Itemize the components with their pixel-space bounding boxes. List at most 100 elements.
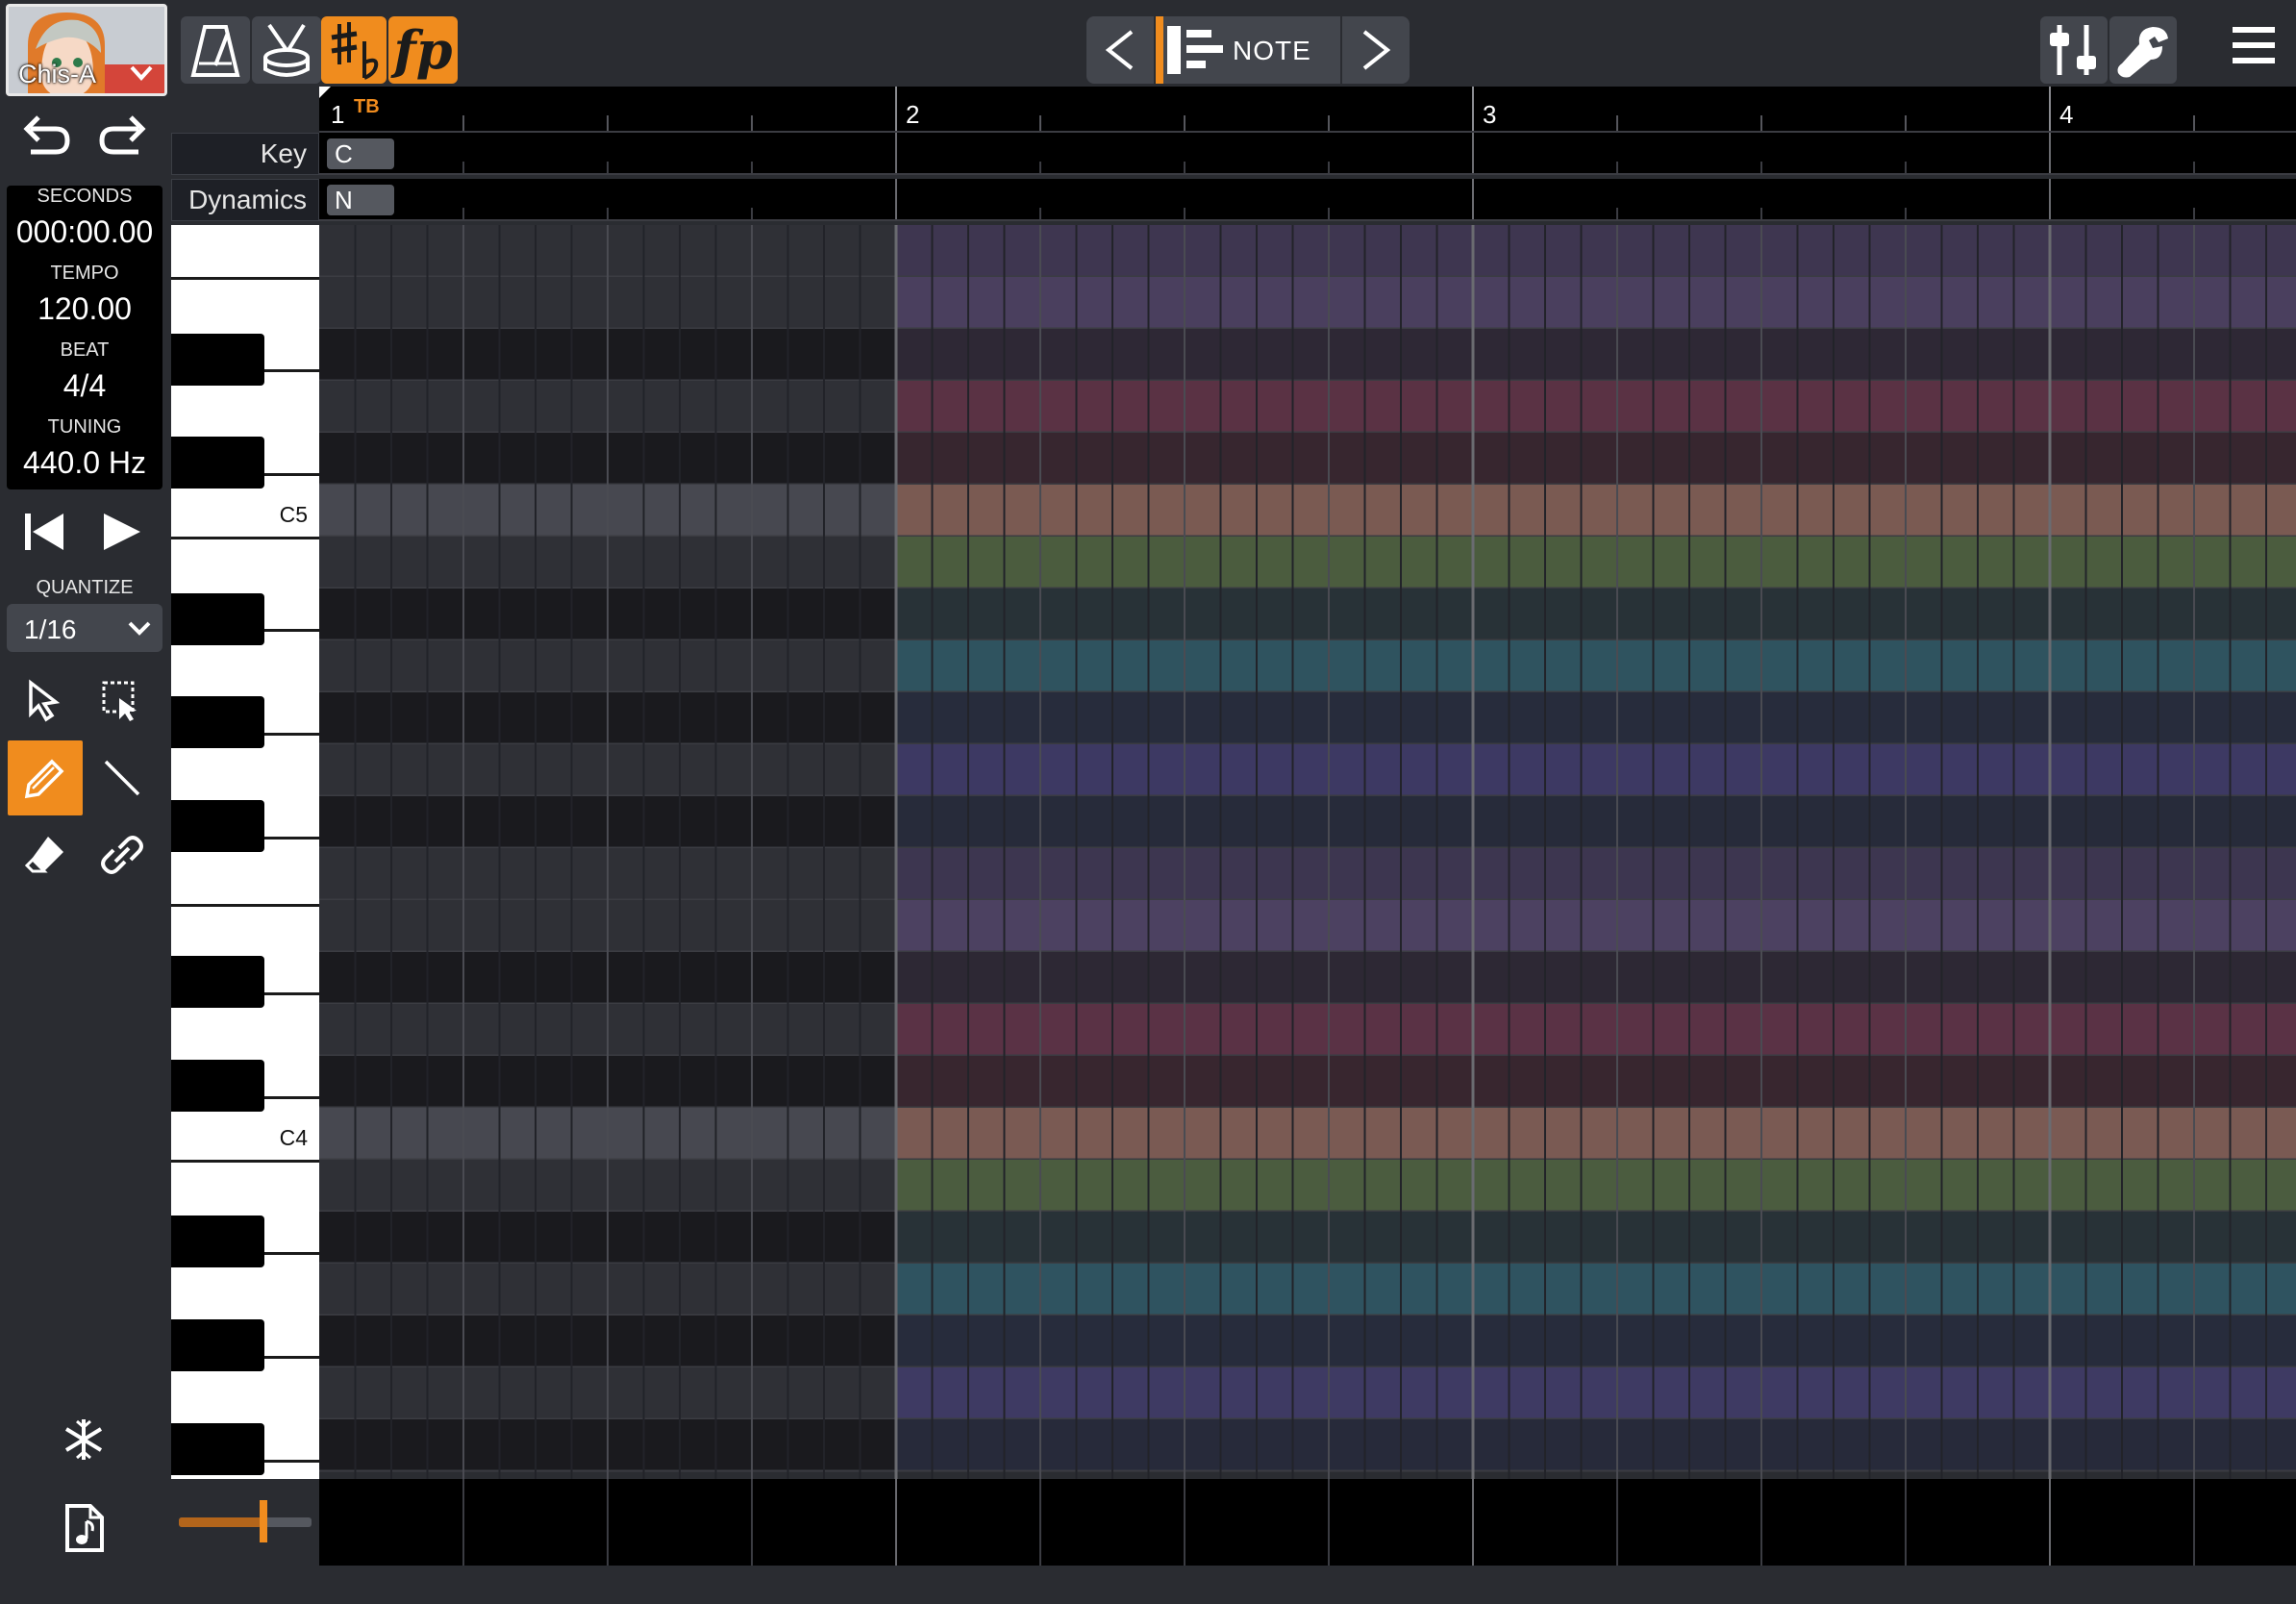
slider-fill [179,1517,262,1527]
score-file-button[interactable] [63,1502,106,1554]
dynamics-fp-icon: fp [393,19,453,81]
measure-number: 4 [2059,100,2074,129]
tuning-value[interactable]: 440.0 Hz [7,445,162,481]
white-key-divider [263,473,319,476]
music-file-icon [65,1504,104,1552]
link-icon [101,836,143,874]
redo-button[interactable] [94,112,152,165]
transport-info-panel: SECONDS 000:00.00 TEMPO 120.00 BEAT 4/4 … [7,186,162,489]
singer-selector[interactable]: Chis-A [6,4,167,96]
skip-to-start-icon [25,514,63,550]
sharp-flat-icon [331,22,379,80]
link-tool[interactable] [85,817,160,892]
chevron-down-icon [128,621,151,636]
quantize-label: QUANTIZE [36,577,134,598]
white-key-divider [263,1096,319,1099]
dynamics-row-label: Dynamics [171,179,319,221]
black-key[interactable] [171,956,264,1008]
marquee-select-icon [102,681,137,721]
mixer-button[interactable] [2040,16,2108,84]
beat-value[interactable]: 4/4 [7,368,162,404]
undo-button[interactable] [17,112,75,165]
piano-roll-grid[interactable] [319,225,2296,1479]
white-key-divider [171,277,319,280]
black-key[interactable] [171,800,264,852]
measure-number: 1 [331,100,345,129]
white-key-divider [263,1460,319,1463]
pencil-icon [24,759,64,799]
black-key[interactable] [171,696,264,748]
parameter-lane[interactable] [319,1479,2296,1566]
metronome-icon [190,25,240,77]
tempo-beat-marker[interactable]: TB [354,96,380,118]
vertical-zoom-slider[interactable] [179,1500,312,1542]
rewind-button[interactable] [21,508,69,556]
note-mode-icon [1167,26,1223,74]
accidentals-button[interactable] [321,16,387,84]
seconds-value: 000:00.00 [15,214,154,249]
chevron-left-icon [1105,30,1134,70]
seconds-label: SECONDS [37,186,133,207]
black-key[interactable] [171,1423,264,1475]
black-key[interactable] [171,1216,264,1267]
black-key[interactable] [171,593,264,645]
singer-name: Chis-A [18,60,97,88]
dynamics-row[interactable]: N [319,179,2296,221]
parameter-lane-gridlines [462,1479,2195,1566]
redo-icon [99,115,146,155]
tuning-label: TUNING [47,416,122,438]
key-row-gridlines [319,133,2296,175]
chevron-down-icon [130,65,153,81]
black-key[interactable] [171,1060,264,1112]
play-button[interactable] [98,508,146,556]
white-key-divider [263,733,319,736]
white-key-divider [263,992,319,995]
eraser-icon [24,837,63,873]
freeze-button[interactable] [60,1416,108,1464]
playhead-marker-icon [319,87,331,98]
editor-mode-switcher: NOTE [1086,16,1410,84]
quantize-value: 1/16 [24,614,77,644]
mixer-icon [2050,25,2096,75]
black-key[interactable] [171,1319,264,1371]
white-key-divider [263,629,319,632]
measure-ruler[interactable]: 1 TB 2 3 4 [319,87,2296,133]
white-key-divider [171,537,319,539]
play-icon [104,514,140,550]
select-tool[interactable] [8,664,83,739]
line-tool[interactable] [85,740,160,815]
line-icon [104,760,140,796]
black-key[interactable] [171,437,264,489]
key-row[interactable]: C [319,133,2296,175]
pencil-tool[interactable] [8,740,83,815]
white-key-divider [171,904,319,907]
range-select-tool[interactable] [85,664,160,739]
next-mode-button[interactable] [1342,16,1410,84]
tempo-value[interactable]: 120.00 [7,291,162,327]
white-key-divider [171,1160,319,1163]
dynamics-row-gridlines [319,179,2296,221]
dynamics-button[interactable]: fp [388,16,458,84]
key-chip[interactable]: C [327,138,394,169]
black-key[interactable] [171,334,264,386]
quantize-select[interactable]: 1/16 [7,604,162,652]
key-label-c4: C4 [279,1125,308,1150]
metronome-button[interactable] [181,16,250,84]
mode-accent-bar [1156,16,1163,84]
white-key-divider [263,1356,319,1359]
piano-keyboard[interactable]: C5 C4 [171,225,319,1479]
key-row-label: Key [171,133,319,175]
beat-label: BEAT [60,339,110,361]
drum-icon [263,23,310,77]
ruler-ticks [319,87,2296,133]
eraser-tool[interactable] [8,817,83,892]
drum-button[interactable] [252,16,321,84]
settings-button[interactable] [2109,16,2177,84]
previous-mode-button[interactable] [1086,16,1154,84]
dynamics-chip[interactable]: N [327,185,394,215]
main-menu-button[interactable] [2229,21,2279,69]
wrench-icon [2117,27,2168,78]
piano-roll-canvas [319,225,2296,1479]
slider-thumb[interactable] [260,1500,267,1542]
mode-label: NOTE [1233,36,1311,65]
